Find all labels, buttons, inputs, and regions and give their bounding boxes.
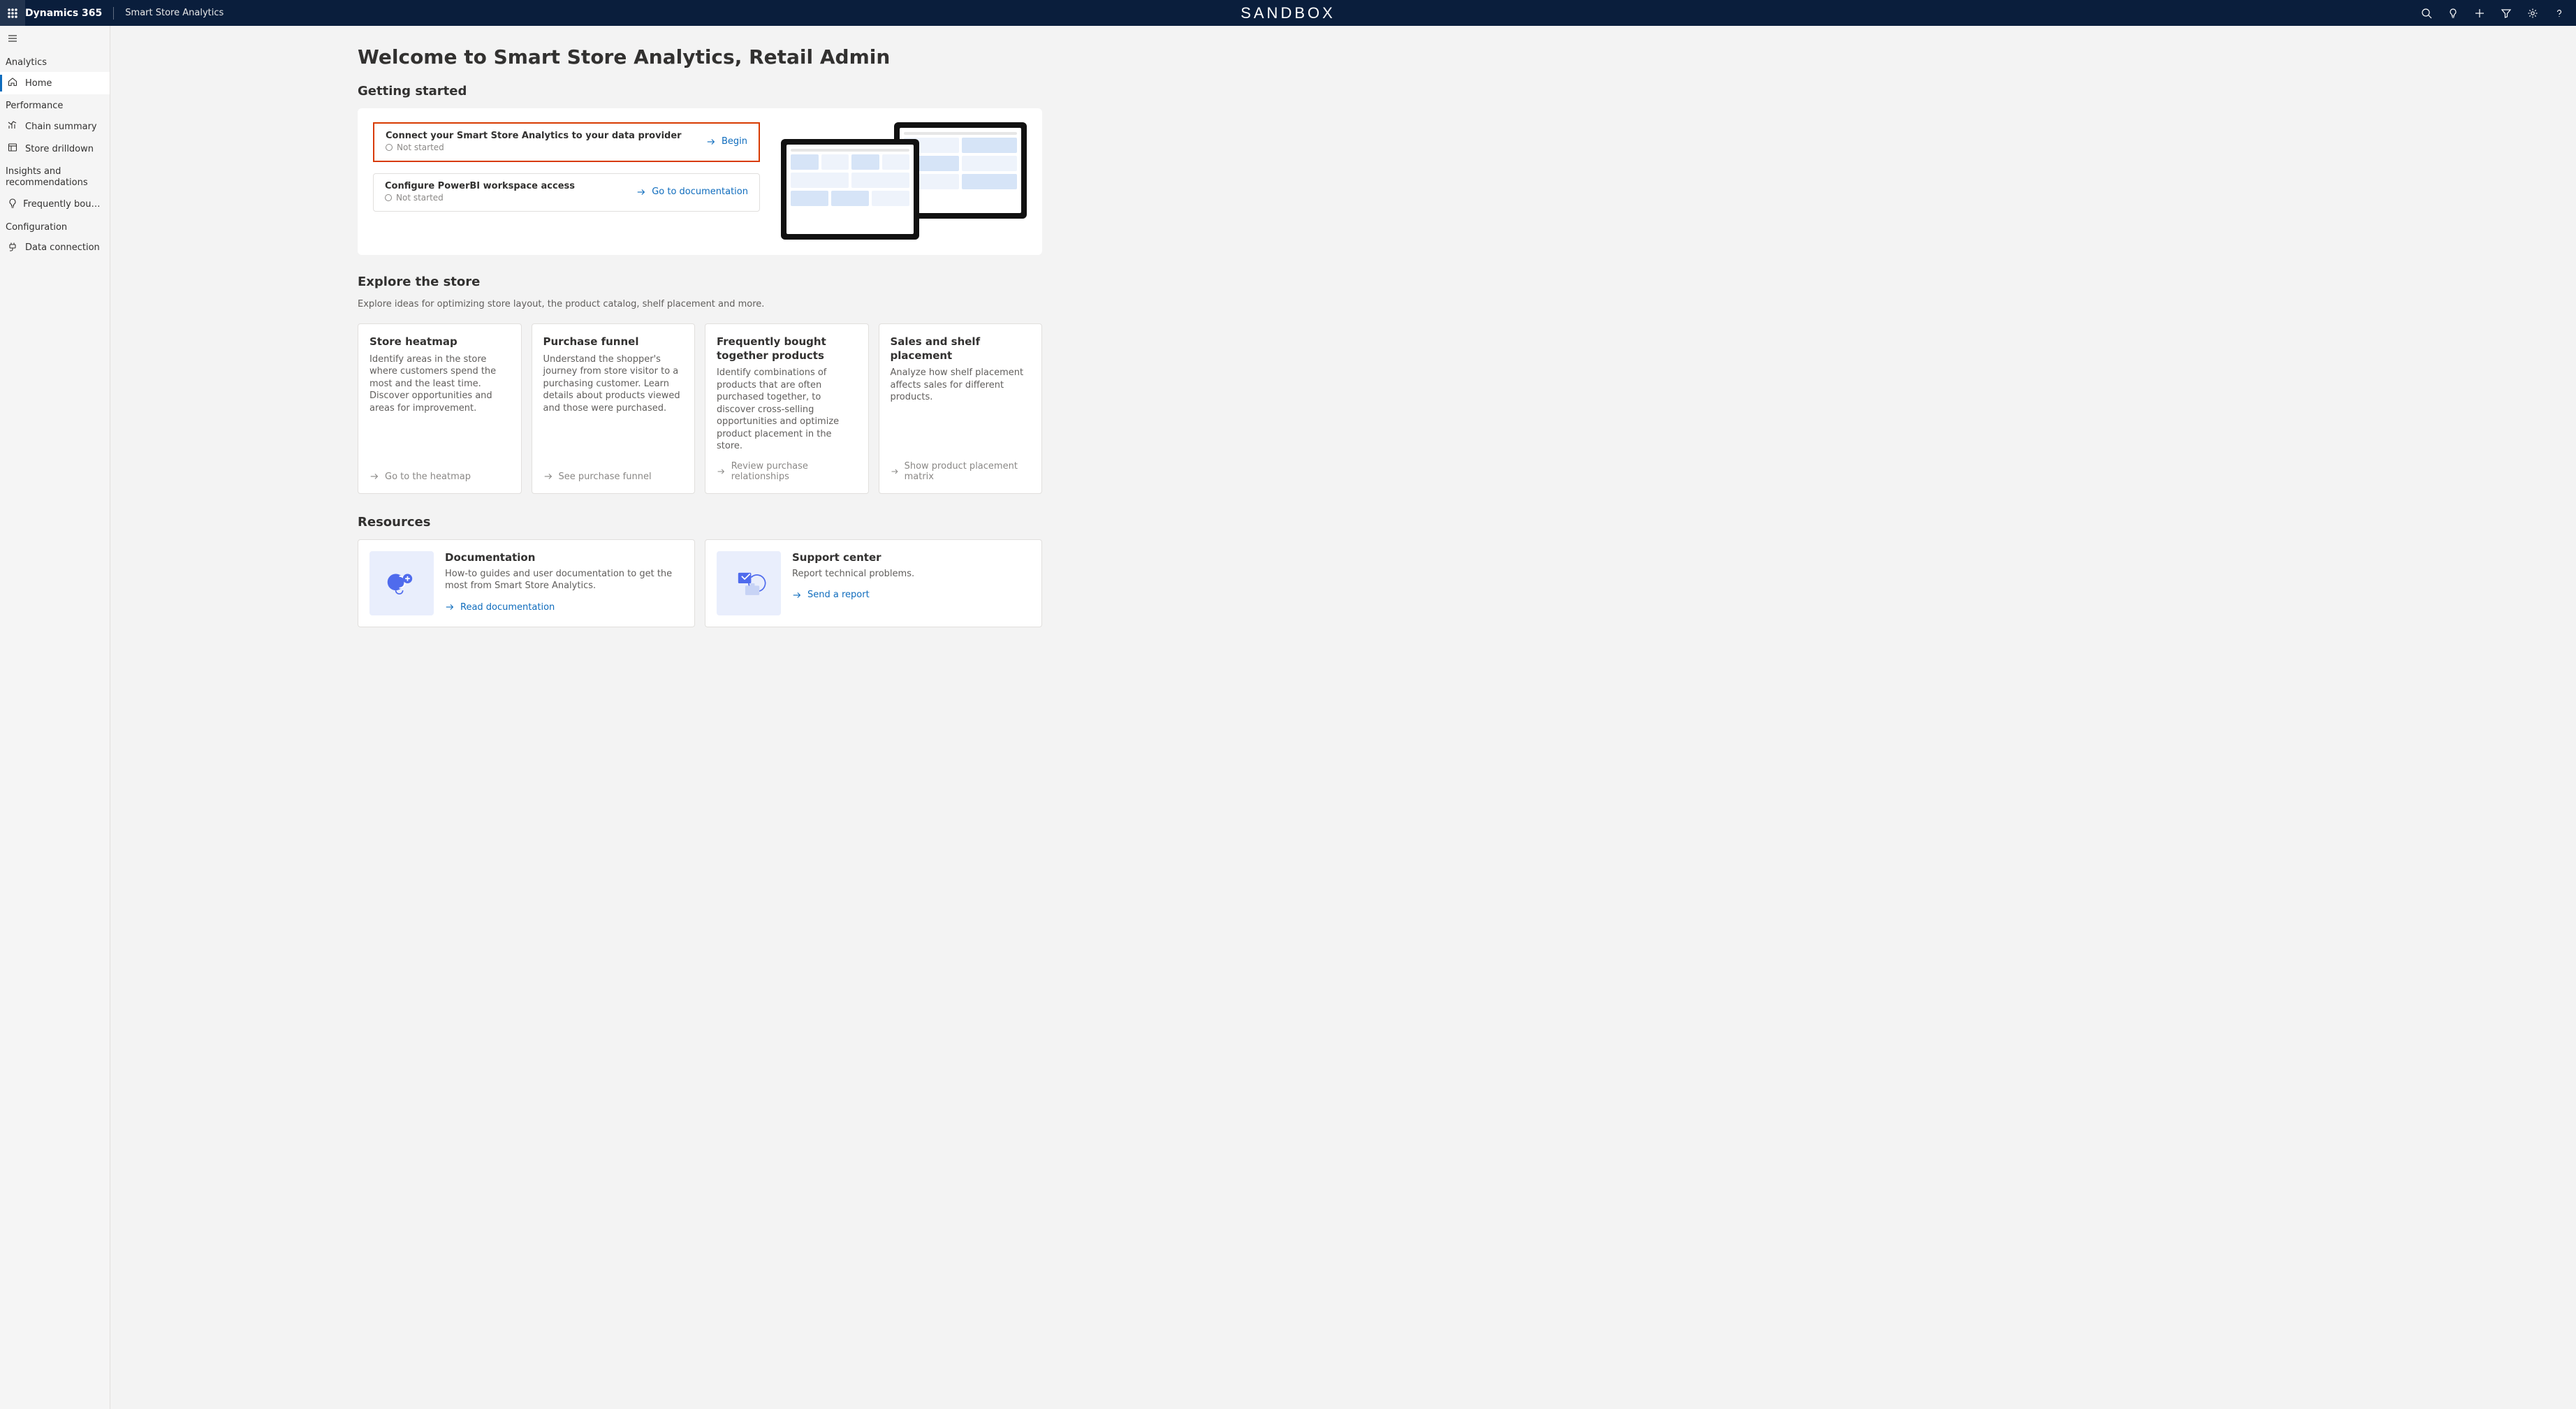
help-button[interactable] (2547, 0, 2572, 26)
arrow-right-icon (891, 467, 899, 476)
app-launcher-button[interactable] (0, 0, 25, 26)
help-icon (2554, 8, 2565, 19)
explore-card: Store heatmap Identify areas in the store… (358, 323, 522, 494)
step-title: Configure PowerBI workspace access (385, 181, 575, 191)
sidebar-section-label: Performance (0, 94, 110, 115)
card-description: Analyze how shelf placement affects sale… (891, 367, 1031, 453)
resources-heading: Resources (358, 515, 1042, 530)
resource-link[interactable]: Send a report (792, 590, 1030, 600)
explore-card: Frequently bought together products Ident… (705, 323, 869, 494)
step-action-link[interactable]: Go to documentation (636, 187, 748, 197)
card-description: Identify areas in the store where custom… (369, 353, 510, 463)
arrow-right-icon (792, 590, 802, 600)
drill-icon (7, 142, 18, 156)
resource-title: Support center (792, 551, 1030, 564)
main-content: Welcome to Smart Store Analytics, Retail… (110, 26, 2576, 1409)
arrow-right-icon (369, 472, 379, 481)
brand-label[interactable]: Dynamics 365 (25, 8, 113, 19)
resource-description: How-to guides and user documentation to … (445, 568, 683, 592)
sidebar-item-chain-summary[interactable]: Chain summary (0, 115, 110, 138)
getting-started-step: Connect your Smart Store Analytics to yo… (373, 122, 760, 162)
sidebar-section-label: Configuration (0, 216, 110, 237)
card-link[interactable]: See purchase funnel (543, 472, 684, 482)
plug-icon (7, 241, 18, 255)
sidebar-item-label: Data connection (25, 242, 100, 253)
card-title: Purchase funnel (543, 335, 684, 349)
resource-card: Documentation How-to guides and user docu… (358, 539, 695, 627)
settings-button[interactable] (2520, 0, 2545, 26)
resource-thumb (717, 551, 781, 615)
explore-sub: Explore ideas for optimizing store layou… (358, 299, 1042, 309)
step-title: Connect your Smart Store Analytics to yo… (386, 131, 682, 141)
getting-started-band: Connect your Smart Store Analytics to yo… (358, 108, 1042, 255)
sidebar-section-label: Insights and recommendations (0, 160, 110, 194)
status-circle-icon (385, 194, 392, 201)
insights-button[interactable] (2440, 0, 2466, 26)
add-button[interactable] (2467, 0, 2492, 26)
sidebar-section-label: Analytics (0, 51, 110, 72)
app-name-label[interactable]: Smart Store Analytics (115, 8, 224, 18)
sidebar-item-store-drilldown[interactable]: Store drilldown (0, 138, 110, 160)
bulb-icon (7, 198, 16, 212)
nav-actions (2414, 0, 2576, 26)
nav-divider (113, 7, 114, 20)
card-link[interactable]: Show product placement matrix (891, 461, 1031, 482)
search-icon (2421, 8, 2432, 19)
resource-card: Support center Report technical problems.… (705, 539, 1042, 627)
explore-card: Sales and shelf placement Analyze how she… (879, 323, 1043, 494)
sidebar-item-label: Home (25, 78, 52, 89)
home-icon (7, 76, 18, 90)
gear-icon (2527, 8, 2538, 19)
search-button[interactable] (2414, 0, 2439, 26)
sidebar-item-label: Chain summary (25, 122, 97, 132)
sidebar-item-home[interactable]: Home (0, 72, 110, 94)
arrow-right-icon (636, 187, 646, 197)
card-description: Identify combinations of products that a… (717, 367, 857, 453)
hero-illustration (781, 122, 1027, 241)
sidebar-item-data-connection[interactable]: Data connection (0, 237, 110, 259)
top-nav: Dynamics 365 Smart Store Analytics SANDB… (0, 0, 2576, 26)
arrow-right-icon (543, 472, 553, 481)
arrow-right-icon (706, 137, 716, 147)
lightbulb-icon (2447, 8, 2459, 19)
step-status: Not started (386, 143, 682, 152)
resource-title: Documentation (445, 551, 683, 564)
card-link[interactable]: Review purchase relationships (717, 461, 857, 482)
step-action-link[interactable]: Begin (706, 136, 747, 147)
waffle-icon (8, 8, 17, 18)
getting-started-heading: Getting started (358, 84, 1042, 98)
filter-button[interactable] (2494, 0, 2519, 26)
status-circle-icon (386, 144, 393, 151)
page-title: Welcome to Smart Store Analytics, Retail… (358, 45, 1042, 68)
plus-icon (2474, 8, 2485, 19)
sidebar-item-frequently-bought-t[interactable]: Frequently bought t… (0, 194, 110, 216)
sidebar-item-label: Frequently bought t… (23, 199, 104, 210)
explore-heading: Explore the store (358, 275, 1042, 289)
resource-thumb (369, 551, 434, 615)
arrow-right-icon (717, 467, 726, 476)
resource-description: Report technical problems. (792, 568, 1030, 581)
sidebar-toggle[interactable] (0, 26, 110, 51)
filter-icon (2501, 8, 2512, 19)
getting-started-step: Configure PowerBI workspace access Not st… (373, 173, 760, 212)
sidebar: Analytics Home Performance Chain summary Sto… (0, 26, 110, 1409)
chart-icon (7, 119, 18, 133)
card-title: Store heatmap (369, 335, 510, 349)
card-title: Frequently bought together products (717, 335, 857, 363)
step-status: Not started (385, 193, 575, 203)
hamburger-icon (7, 33, 18, 44)
arrow-right-icon (445, 602, 455, 612)
card-title: Sales and shelf placement (891, 335, 1031, 363)
explore-card: Purchase funnel Understand the shopper's … (532, 323, 696, 494)
card-description: Understand the shopper's journey from st… (543, 353, 684, 463)
resource-link[interactable]: Read documentation (445, 602, 683, 613)
environment-label: SANDBOX (1241, 4, 1335, 22)
card-link[interactable]: Go to the heatmap (369, 472, 510, 482)
sidebar-item-label: Store drilldown (25, 144, 94, 154)
